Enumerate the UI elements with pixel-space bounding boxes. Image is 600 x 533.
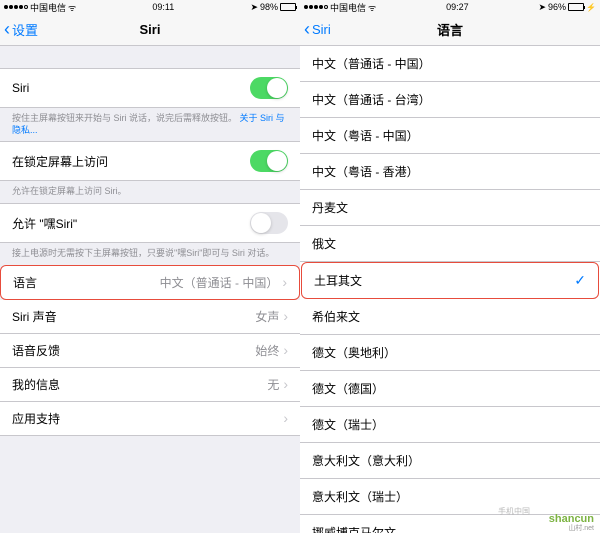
chevron-right-icon: › [282, 274, 287, 290]
chevron-right-icon: › [283, 376, 288, 392]
checkmark-icon: ✓ [574, 272, 586, 289]
nav-title: 语言 [437, 20, 463, 39]
language-label: 丹麦文 [312, 199, 348, 216]
siri-toggle[interactable] [250, 77, 288, 99]
language-label: 俄文 [312, 235, 336, 252]
lock-footer: 允许在锁定屏幕上访问 Siri。 [0, 181, 300, 203]
language-option[interactable]: 德文（瑞士） [300, 407, 600, 443]
status-bar: 中国电信 ᯤ 09:11 ➤ 98% [0, 0, 300, 14]
siri-toggle-row[interactable]: Siri [0, 68, 300, 108]
battery-pct: 98% [260, 2, 278, 12]
hey-siri-footer: 接上电源时无需按下主屏幕按钮，只要说"嘿Siri"即可与 Siri 对话。 [0, 243, 300, 265]
language-option[interactable]: 意大利文（意大利） [300, 443, 600, 479]
language-label: 意大利文（意大利） [312, 452, 420, 469]
language-label: 中文（普通话 - 中国） [312, 55, 431, 72]
wifi-icon: ᯤ [68, 1, 76, 14]
language-option[interactable]: 希伯来文 [300, 299, 600, 335]
language-label: 中文（粤语 - 香港） [312, 163, 419, 180]
app-support-row[interactable]: 应用支持 › [0, 402, 300, 436]
language-option[interactable]: 丹麦文 [300, 190, 600, 226]
battery-pct: 96% [548, 2, 566, 12]
language-option[interactable]: 中文（粤语 - 香港） [300, 154, 600, 190]
watermark-sub: 山村.net [568, 523, 594, 533]
language-label: 中文（粤语 - 中国） [312, 127, 419, 144]
language-select-screen: 中国电信 ᯤ 09:27 ➤ 96% ⚡ ‹ Siri 语言 中文（普通话 - … [300, 0, 600, 533]
location-icon: ➤ [538, 2, 546, 13]
chevron-right-icon: › [283, 342, 288, 358]
language-option[interactable]: 中文（普通话 - 台湾） [300, 82, 600, 118]
hey-siri-row[interactable]: 允许 "嘿Siri" [0, 203, 300, 243]
chevron-right-icon: › [283, 410, 288, 426]
language-label: 德文（德国） [312, 380, 384, 397]
battery-icon [568, 3, 584, 11]
chevron-right-icon: › [283, 308, 288, 324]
language-label: 德文（瑞士） [312, 416, 384, 433]
language-row[interactable]: 语言 中文（普通话 - 中国）› [0, 265, 300, 300]
carrier-label: 中国电信 [30, 1, 66, 14]
language-list[interactable]: 中文（普通话 - 中国） 中文（普通话 - 台湾） 中文（粤语 - 中国） 中文（粤语… [300, 46, 600, 533]
siri-settings-screen: 中国电信 ᯤ 09:11 ➤ 98% ‹ 设置 Siri Siri [0, 0, 300, 533]
language-option[interactable]: 中文（粤语 - 中国） [300, 118, 600, 154]
watermark-top: 手机中国 [498, 506, 530, 517]
chevron-left-icon: ‹ [304, 19, 310, 40]
language-label: 土耳其文 [314, 272, 362, 289]
voice-row[interactable]: Siri 声音 女声› [0, 300, 300, 334]
language-label: 意大利文（瑞士） [312, 488, 408, 505]
clock: 09:27 [446, 2, 469, 12]
hey-siri-toggle[interactable] [250, 212, 288, 234]
location-icon: ➤ [250, 2, 258, 13]
battery-icon [280, 3, 296, 11]
feedback-row[interactable]: 语音反馈 始终› [0, 334, 300, 368]
language-option[interactable]: 中文（普通话 - 中国） [300, 46, 600, 82]
charging-icon: ⚡ [586, 3, 596, 12]
language-option[interactable]: 德文（奥地利） [300, 335, 600, 371]
status-bar: 中国电信 ᯤ 09:27 ➤ 96% ⚡ [300, 0, 600, 14]
lock-access-toggle[interactable] [250, 150, 288, 172]
language-option[interactable]: 土耳其文 ✓ [301, 262, 599, 299]
back-button[interactable]: ‹ Siri [300, 19, 331, 40]
clock: 09:11 [152, 2, 174, 12]
language-label: 中文（普通话 - 台湾） [312, 91, 431, 108]
nav-bar: ‹ 设置 Siri [0, 14, 300, 46]
back-button[interactable]: ‹ 设置 [0, 19, 38, 40]
wifi-icon: ᯤ [368, 1, 376, 14]
language-label: 德文（奥地利） [312, 344, 396, 361]
chevron-left-icon: ‹ [4, 19, 10, 40]
nav-bar: ‹ Siri 语言 [300, 14, 600, 46]
my-info-row[interactable]: 我的信息 无› [0, 368, 300, 402]
language-label: 希伯来文 [312, 308, 360, 325]
language-option[interactable]: 德文（德国） [300, 371, 600, 407]
language-option[interactable]: 意大利文（瑞士） [300, 479, 600, 515]
lock-access-row[interactable]: 在锁定屏幕上访问 [0, 141, 300, 181]
nav-title: Siri [140, 22, 161, 37]
language-label: 挪威博克马尔文 [312, 524, 396, 533]
siri-footer: 按住主屏幕按钮来开始与 Siri 说话，说完后需释放按钮。 关于 Siri 与隐… [0, 108, 300, 141]
language-option[interactable]: 俄文 [300, 226, 600, 262]
carrier-label: 中国电信 [330, 1, 366, 14]
